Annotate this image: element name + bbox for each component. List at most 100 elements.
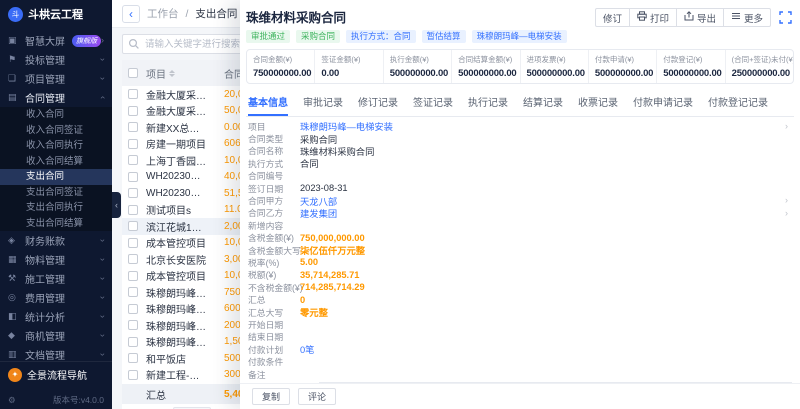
- sidebar-item-panorama[interactable]: ✦ 全景流程导航: [0, 361, 112, 387]
- row-checkbox[interactable]: [128, 271, 138, 281]
- more-button[interactable]: 更多: [723, 8, 771, 27]
- export-button[interactable]: 导出: [676, 8, 724, 27]
- tab-付款申请记录[interactable]: 付款申请记录: [633, 91, 693, 116]
- sidebar-item-finance[interactable]: ◈财务账款›: [0, 231, 112, 250]
- tab-付款登记记录[interactable]: 付款登记记录: [708, 91, 768, 116]
- sidebar-item-business[interactable]: ◆商机管理›: [0, 326, 112, 345]
- sidebar-footer: ⚙ 版本号:v4.0.0: [0, 394, 112, 406]
- row-checkbox[interactable]: [128, 122, 138, 132]
- version-label: 版本号:v4.0.0: [53, 394, 104, 406]
- field-row: 汇总大写零元整: [248, 306, 792, 318]
- sidebar-item-project[interactable]: ❏项目管理›: [0, 69, 112, 88]
- tab-修订记录[interactable]: 修订记录: [358, 91, 398, 116]
- gear-icon[interactable]: ⚙: [8, 395, 16, 406]
- sidebar-item-smart-screen[interactable]: ▣智慧大屏旗舰版›: [0, 31, 112, 50]
- field-value[interactable]: 建发集团: [300, 206, 337, 220]
- row-project-name: 和平饭店: [146, 351, 206, 366]
- sidebar-subitem[interactable]: 收入合同签证: [0, 123, 112, 139]
- row-checkbox[interactable]: [128, 353, 138, 363]
- sidebar-item-construction[interactable]: ⚒施工管理›: [0, 269, 112, 288]
- sidebar-item-contract[interactable]: ▤合同管理›: [0, 88, 112, 107]
- sidebar-subitem[interactable]: 收入合同: [0, 107, 112, 123]
- sidebar-item-bidding[interactable]: ⚑投标管理›: [0, 50, 112, 69]
- breadcrumb-separator: /: [186, 8, 189, 20]
- sidebar-item-expense[interactable]: ◎费用管理›: [0, 288, 112, 307]
- tab-结算记录[interactable]: 结算记录: [523, 91, 563, 116]
- row-checkbox[interactable]: [128, 188, 138, 198]
- sidebar-subitem[interactable]: 支出合同: [0, 169, 112, 185]
- row-project-name: 上海丁香园2期改...: [146, 153, 206, 168]
- field-value: 35,714,285.71: [300, 270, 359, 280]
- tab-收票记录[interactable]: 收票记录: [578, 91, 618, 116]
- field-label: 结束日期: [248, 330, 300, 343]
- sidebar-subitem[interactable]: 收入合同执行: [0, 138, 112, 154]
- row-checkbox[interactable]: [128, 106, 138, 116]
- chevron-right-icon: ›: [785, 208, 788, 218]
- compass-icon: ✦: [8, 368, 22, 382]
- breadcrumb-root[interactable]: 工作台: [147, 6, 179, 21]
- sidebar-subitem[interactable]: 收入合同结算: [0, 154, 112, 170]
- row-checkbox[interactable]: [128, 172, 138, 182]
- row-checkbox[interactable]: [128, 89, 138, 99]
- field-value[interactable]: 0笔: [300, 342, 314, 356]
- row-checkbox[interactable]: [128, 370, 138, 380]
- sidebar-collapse-handle[interactable]: ‹: [112, 192, 121, 218]
- stat-value: 500000000.00: [458, 68, 513, 79]
- row-project-name: 房建一期项目: [146, 136, 206, 151]
- field-label: 合同乙方: [248, 206, 300, 219]
- sidebar-item-label: 物料管理: [25, 252, 101, 267]
- back-button[interactable]: ‹: [122, 5, 140, 23]
- chevron-down-icon: ›: [98, 77, 107, 80]
- stat-label: 签证金额(¥): [321, 54, 376, 65]
- sidebar-item-label: 施工管理: [25, 271, 101, 286]
- sort-icon[interactable]: [169, 70, 175, 77]
- field-row: 含税金额大写柒亿伍仟万元整: [248, 244, 792, 256]
- stat-value: 500000000.00: [390, 68, 445, 79]
- field-row: 结束日期: [248, 331, 792, 343]
- sidebar-subitem[interactable]: 支出合同结算: [0, 216, 112, 232]
- row-project-name: 成本管控项目: [146, 268, 206, 283]
- summary-label: 汇总: [146, 387, 206, 402]
- field-value: 零元整: [300, 305, 328, 319]
- field-row: 新增内容: [248, 219, 792, 231]
- field-value: 750,000,000.00: [300, 233, 365, 243]
- contract-detail-drawer: 珠维材料采购合同 审批通过采购合同执行方式：合同暂估结算珠穆朗玛峰—电梯安装 修…: [240, 0, 800, 409]
- status-tag: 暂估结算: [422, 30, 466, 43]
- row-checkbox[interactable]: [128, 139, 138, 149]
- project-icon: ❏: [8, 73, 21, 84]
- row-project-name: 金融大厦采购项目: [146, 87, 206, 102]
- print-button[interactable]: 打印: [629, 8, 677, 27]
- field-label: 项目: [248, 120, 300, 133]
- tab-签证记录[interactable]: 签证记录: [413, 91, 453, 116]
- select-all-checkbox[interactable]: [128, 68, 138, 78]
- fullscreen-icon[interactable]: [779, 11, 792, 24]
- row-checkbox[interactable]: [128, 287, 138, 297]
- row-project-name: WH20230831: [146, 171, 206, 182]
- row-checkbox[interactable]: [128, 221, 138, 231]
- row-checkbox[interactable]: [128, 304, 138, 314]
- sidebar-subitem[interactable]: 支出合同签证: [0, 185, 112, 201]
- toolbar-button-label: 导出: [697, 11, 716, 25]
- chevron-right-icon: ›: [101, 36, 104, 45]
- tab-基本信息[interactable]: 基本信息: [248, 91, 288, 116]
- sidebar-item-material[interactable]: ▦物料管理›: [0, 250, 112, 269]
- sidebar-subitem[interactable]: 支出合同执行: [0, 200, 112, 216]
- revise-button[interactable]: 修订: [595, 8, 630, 27]
- sidebar-item-stats[interactable]: ◧统计分析›: [0, 307, 112, 326]
- row-checkbox[interactable]: [128, 155, 138, 165]
- tab-执行记录[interactable]: 执行记录: [468, 91, 508, 116]
- row-project-name: 珠穆朗玛峰—电梯...: [146, 301, 206, 316]
- row-checkbox[interactable]: [128, 337, 138, 347]
- row-checkbox[interactable]: [128, 205, 138, 215]
- collapse-icon: ‹: [115, 200, 118, 210]
- column-header-project[interactable]: 项目: [146, 66, 206, 81]
- row-checkbox[interactable]: [128, 254, 138, 264]
- copy-button[interactable]: 复制: [252, 388, 290, 405]
- tab-审批记录[interactable]: 审批记录: [303, 91, 343, 116]
- row-checkbox[interactable]: [128, 320, 138, 330]
- detail-tabs: 基本信息审批记录修订记录签证记录执行记录结算记录收票记录付款申请记录付款登记记录: [246, 91, 794, 117]
- contract-stats: 合同金额(¥)750000000.00签证金额(¥)0.00执行金额(¥)500…: [246, 49, 794, 84]
- stat-value: 250000000.00: [732, 68, 787, 79]
- comment-button[interactable]: 评论: [298, 388, 336, 405]
- row-checkbox[interactable]: [128, 238, 138, 248]
